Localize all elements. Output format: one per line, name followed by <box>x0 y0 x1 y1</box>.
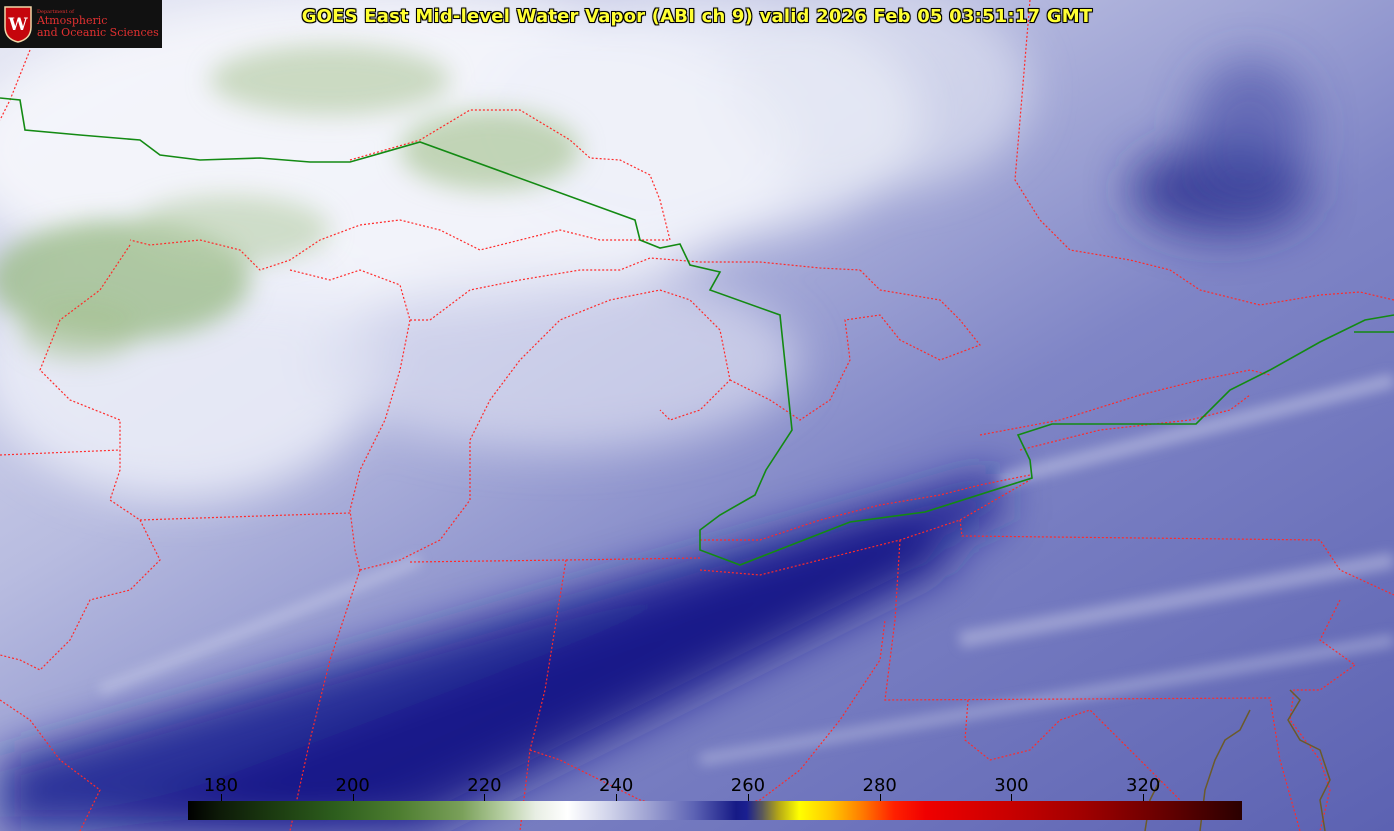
colorbar-tick-label: 180 <box>203 775 239 796</box>
image-title: GOES East Mid-level Water Vapor (ABI ch … <box>301 6 1093 27</box>
colorbar-tick-mark <box>616 794 618 801</box>
colorbar-tick-label: 220 <box>467 775 502 796</box>
colorbar-tick-label: 280 <box>862 775 897 796</box>
water-vapor-map <box>0 0 1394 831</box>
map-frame: W Department of Atmospheric and Oceanic … <box>0 0 1394 831</box>
colorbar-tick-label: 260 <box>730 775 766 796</box>
colorbar-tick-label: 300 <box>994 775 1029 796</box>
colorbar-tick-mark <box>1143 794 1145 801</box>
colorbar-tick-mark <box>747 794 749 801</box>
colorbar-tick-label: 320 <box>1126 775 1161 796</box>
colorbar-tick-mark <box>484 794 486 801</box>
colorbar-tick-label: 240 <box>599 775 634 796</box>
colorbar-tick-mark <box>879 794 881 801</box>
colorbar-tick-mark <box>220 794 222 801</box>
colorbar-gradient <box>188 801 1242 820</box>
colorbar-tick-mark <box>1011 794 1013 801</box>
colorbar-tick-mark <box>352 794 354 801</box>
logo-line-2: and Oceanic Sciences <box>37 25 159 39</box>
colorbar-tick-label: 200 <box>335 775 370 796</box>
colorbar: 180 200 220 240 260 280 300 320 <box>188 775 1242 820</box>
